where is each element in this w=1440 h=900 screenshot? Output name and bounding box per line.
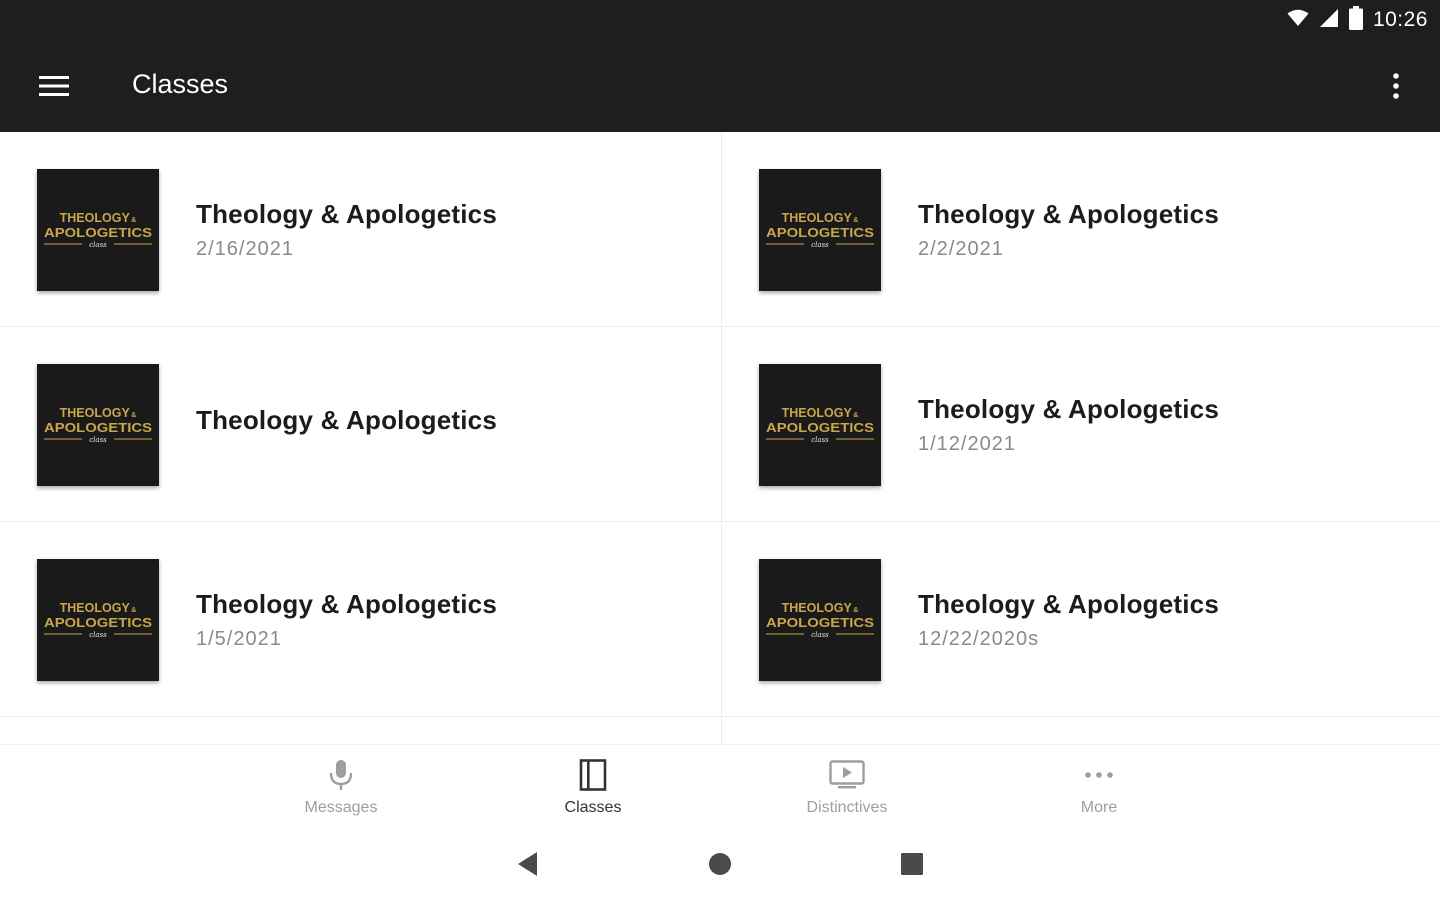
svg-text:class: class xyxy=(811,631,829,639)
svg-text:class: class xyxy=(811,241,829,249)
class-card-5[interactable]: THEOLOGY & APOLOGETICS class Theology & A… xyxy=(0,522,720,717)
class-title: Theology & Apologetics xyxy=(918,394,1220,424)
hamburger-menu-icon xyxy=(39,76,69,96)
back-triangle-icon xyxy=(518,852,537,876)
svg-text:class: class xyxy=(89,631,107,639)
page-title: Classes xyxy=(132,69,229,99)
class-card-text: Theology & Apologetics 2/2/2021 xyxy=(918,199,1219,261)
class-card-3[interactable]: THEOLOGY & APOLOGETICS class Theology & A… xyxy=(0,327,720,522)
svg-text:APOLOGETICS: APOLOGETICS xyxy=(44,615,152,630)
svg-text:APOLOGETICS: APOLOGETICS xyxy=(766,615,874,630)
status-bar: 10:26 xyxy=(0,0,1440,40)
class-card-text: Theology & Apologetics 2/16/2021 xyxy=(196,199,497,261)
battery-icon xyxy=(1348,5,1363,35)
svg-text:APOLOGETICS: APOLOGETICS xyxy=(44,420,152,435)
svg-text:class: class xyxy=(811,436,829,444)
menu-button[interactable] xyxy=(22,64,86,108)
back-button[interactable] xyxy=(508,848,548,880)
svg-text:THEOLOGY&: THEOLOGY & xyxy=(60,406,137,420)
class-thumbnail: THEOLOGY & APOLOGETICS class xyxy=(759,169,881,291)
class-card-text: Theology & Apologetics xyxy=(196,405,497,436)
svg-text:THEOLOGY&: THEOLOGY & xyxy=(782,406,859,420)
class-date: 2/16/2021 xyxy=(196,238,294,260)
class-card-1[interactable]: THEOLOGY & APOLOGETICS class Theology & A… xyxy=(0,132,720,327)
class-thumbnail: THEOLOGY & APOLOGETICS class xyxy=(759,559,881,681)
svg-text:THEOLOGY&: THEOLOGY & xyxy=(60,601,137,615)
home-button[interactable] xyxy=(700,848,740,880)
cellular-signal-icon xyxy=(1319,8,1339,33)
video-icon xyxy=(747,757,947,793)
class-card-6[interactable]: THEOLOGY & APOLOGETICS class Theology & A… xyxy=(722,522,1440,717)
nav-label: More xyxy=(1080,799,1118,816)
system-navigation-bar xyxy=(0,826,1440,900)
nav-item-more[interactable]: More xyxy=(999,745,1199,827)
more-vertical-icon xyxy=(1393,73,1399,99)
nav-label: Classes xyxy=(564,799,622,816)
class-thumbnail: THEOLOGY & APOLOGETICS class xyxy=(37,364,159,486)
recents-button[interactable] xyxy=(892,848,932,880)
class-title: Theology & Apologetics xyxy=(918,199,1220,229)
svg-text:APOLOGETICS: APOLOGETICS xyxy=(766,420,874,435)
class-thumbnail: THEOLOGY & APOLOGETICS class xyxy=(37,169,159,291)
svg-text:APOLOGETICS: APOLOGETICS xyxy=(766,225,874,240)
class-date: 12/22/2020s xyxy=(918,628,1040,650)
more-horizontal-icon xyxy=(999,757,1199,793)
class-date: 1/5/2021 xyxy=(196,628,282,650)
svg-text:class: class xyxy=(89,436,107,444)
svg-text:THEOLOGY&: THEOLOGY & xyxy=(60,211,137,225)
class-title: Theology & Apologetics xyxy=(196,199,498,229)
class-title: Theology & Apologetics xyxy=(196,589,498,619)
status-indicators: 10:26 xyxy=(1287,5,1428,35)
classes-grid: THEOLOGY & APOLOGETICS class Theology & A… xyxy=(0,132,1440,744)
class-card-2[interactable]: THEOLOGY & APOLOGETICS class Theology & A… xyxy=(722,132,1440,327)
book-icon xyxy=(493,757,693,793)
nav-item-distinctives[interactable]: Distinctives xyxy=(747,745,947,827)
nav-label: Distinctives xyxy=(806,799,888,816)
class-title: Theology & Apologetics xyxy=(196,405,498,435)
wifi-icon xyxy=(1287,9,1309,32)
nav-item-classes[interactable]: Classes xyxy=(493,745,693,827)
overflow-menu-button[interactable] xyxy=(1376,64,1416,108)
class-title: Theology & Apologetics xyxy=(918,589,1220,619)
home-circle-icon xyxy=(709,853,731,875)
svg-text:APOLOGETICS: APOLOGETICS xyxy=(44,225,152,240)
app-bar: Classes xyxy=(0,40,1440,132)
class-card-text: Theology & Apologetics 1/12/2021 xyxy=(918,394,1219,456)
class-date: 1/12/2021 xyxy=(918,433,1016,455)
class-date: 2/2/2021 xyxy=(918,238,1004,260)
nav-label: Messages xyxy=(304,799,378,816)
class-card-4[interactable]: THEOLOGY & APOLOGETICS class Theology & A… xyxy=(722,327,1440,522)
class-thumbnail: THEOLOGY & APOLOGETICS class xyxy=(759,364,881,486)
recents-square-icon xyxy=(901,853,923,875)
class-card-text: Theology & Apologetics 1/5/2021 xyxy=(196,589,497,651)
nav-item-messages[interactable]: Messages xyxy=(241,745,441,827)
bottom-navigation: Messages Classes Distinctives More xyxy=(0,744,1440,826)
class-card-text: Theology & Apologetics 12/22/2020s xyxy=(918,589,1219,651)
microphone-icon xyxy=(241,757,441,793)
status-time: 10:26 xyxy=(1372,8,1428,31)
class-thumbnail: THEOLOGY & APOLOGETICS class xyxy=(37,559,159,681)
svg-text:class: class xyxy=(89,241,107,249)
svg-text:THEOLOGY&: THEOLOGY & xyxy=(782,211,859,225)
svg-text:THEOLOGY&: THEOLOGY & xyxy=(782,601,859,615)
